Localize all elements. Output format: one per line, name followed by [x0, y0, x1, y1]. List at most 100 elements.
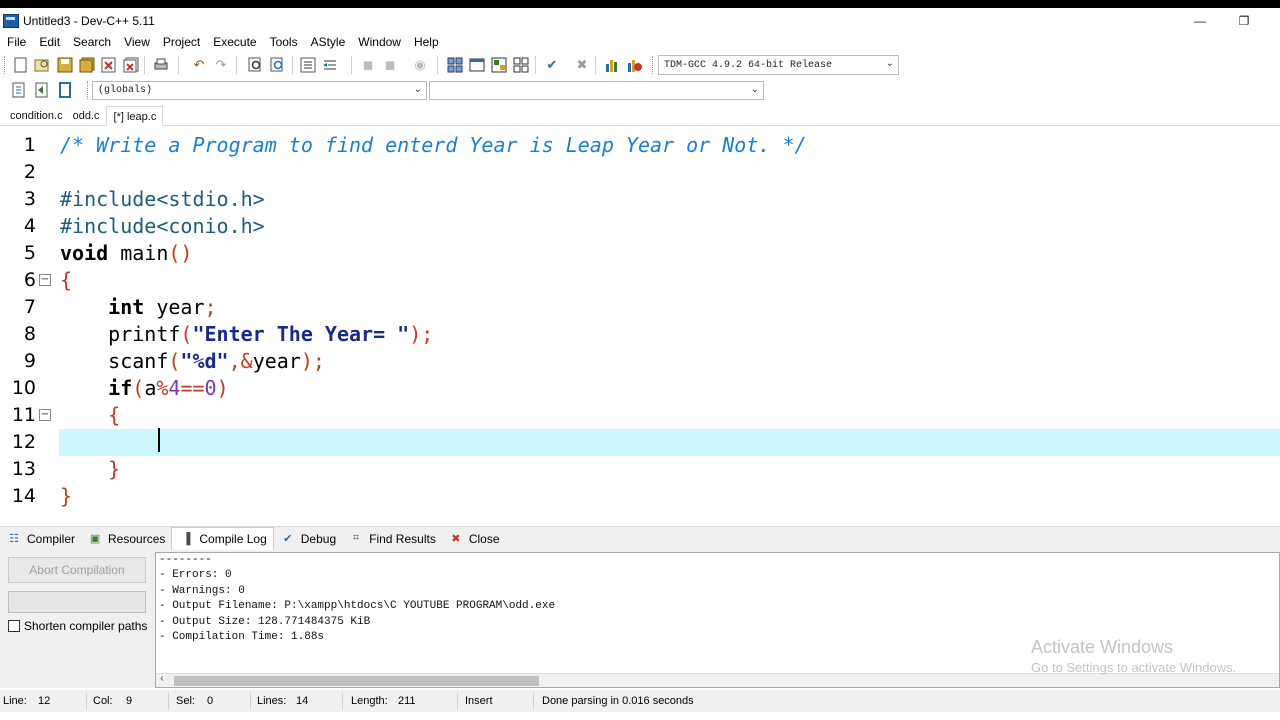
full-screen-icon[interactable] — [512, 56, 530, 74]
line-number: 2 — [23, 161, 36, 183]
close-all-icon[interactable] — [122, 56, 140, 74]
redo-icon[interactable]: ↷ — [212, 56, 230, 74]
insert-icon[interactable] — [10, 81, 28, 99]
status-col-value: 9 — [126, 695, 133, 707]
save-all-icon[interactable] — [78, 56, 96, 74]
code-token: if — [108, 376, 133, 400]
fold-toggle-icon[interactable]: − — [39, 274, 51, 286]
unindent-icon[interactable] — [321, 56, 339, 74]
menu-execute[interactable]: Execute — [206, 35, 262, 49]
replace-icon[interactable] — [269, 56, 287, 74]
line-number: 7 — [23, 296, 36, 318]
line-number: 3 — [23, 188, 36, 210]
scope-select[interactable]: (globals) ⌄ — [92, 81, 427, 100]
check-syntax-icon[interactable]: ✔ — [543, 56, 561, 74]
status-lines-label: Lines: — [257, 695, 287, 707]
find-results-icon: ⌗ — [353, 532, 360, 544]
fold-toggle-icon[interactable]: − — [39, 409, 51, 421]
new-project-icon[interactable] — [446, 56, 464, 74]
horizontal-scrollbar[interactable]: ‹ — [156, 673, 1279, 687]
line-number: 1 — [23, 134, 36, 156]
scroll-left-icon[interactable]: ‹ — [159, 674, 165, 685]
open-file-icon[interactable] — [33, 56, 51, 74]
delete-profile-icon[interactable] — [625, 56, 643, 74]
code-token: 4 — [168, 376, 181, 400]
code-token: { — [108, 403, 121, 427]
scope-select-value: (globals) — [98, 85, 153, 96]
toolbar-grip-3 — [87, 81, 90, 99]
code-line[interactable]: { — [60, 267, 72, 294]
line-number: 8 — [23, 323, 36, 345]
code-line[interactable]: { — [60, 402, 120, 429]
code-line[interactable]: int year; — [60, 294, 216, 321]
window-icon[interactable] — [468, 56, 486, 74]
class-browser-icon[interactable] — [490, 56, 508, 74]
bookmark-icon[interactable] — [56, 81, 74, 99]
code-line[interactable]: printf("Enter The Year= "); — [60, 321, 433, 348]
stop-execution-icon[interactable]: ✖ — [573, 56, 591, 74]
goto-bookmark-icon[interactable]: ◼ — [381, 56, 399, 74]
code-line[interactable]: } — [60, 483, 72, 510]
menu-view[interactable]: View — [117, 35, 156, 49]
undo-icon[interactable]: ↶ — [190, 56, 208, 74]
menu-help[interactable]: Help — [407, 35, 445, 49]
tab-resources[interactable]: ▣ Resources — [81, 528, 171, 550]
code-line[interactable]: } — [60, 456, 120, 483]
menu-file[interactable]: File — [0, 35, 32, 49]
tab-leap-c[interactable]: [*] leap.c — [105, 106, 164, 126]
activation-watermark-title: Activate Windows — [1031, 637, 1174, 657]
file-tabs: condition.c odd.c [*] leap.c — [0, 106, 1280, 126]
tab-condition-c[interactable]: condition.c — [0, 106, 69, 126]
code-line[interactable]: if(a%4==0) — [60, 375, 229, 402]
close-window-button[interactable] — [1266, 8, 1280, 33]
code-line[interactable]: void main() — [60, 240, 192, 267]
minimize-button[interactable]: — — [1178, 8, 1222, 33]
tab-find-results[interactable]: ⌗ Find Results — [342, 528, 442, 550]
goto-line-icon[interactable]: ◉ — [411, 56, 429, 74]
menu-project[interactable]: Project — [156, 35, 206, 49]
menu-window[interactable]: Window — [351, 35, 407, 49]
panel-tab-label: Close — [468, 531, 500, 546]
line-number: 9 — [23, 350, 36, 372]
chevron-down-icon: ⌄ — [413, 84, 422, 95]
code-editor[interactable]: 1 /* Write a Program to find enterd Year … — [0, 128, 1280, 520]
tab-compiler[interactable]: ☷ Compiler — [0, 528, 81, 550]
restore-button[interactable]: ❐ — [1222, 8, 1266, 33]
code-line[interactable]: #include<stdio.h> — [60, 186, 265, 213]
menu-edit[interactable]: Edit — [32, 35, 66, 49]
code-token: ,& — [228, 349, 253, 373]
menu-tools[interactable]: Tools — [263, 35, 304, 49]
tab-odd-c[interactable]: odd.c — [69, 106, 106, 126]
shorten-paths-checkbox[interactable]: Shorten compiler paths — [8, 619, 147, 633]
code-line[interactable]: /* Write a Program to find enterd Year i… — [60, 132, 807, 159]
code-line[interactable]: #include<conio.h> — [60, 213, 265, 240]
menu-astyle[interactable]: AStyle — [304, 35, 352, 49]
save-icon[interactable] — [56, 56, 74, 74]
code-token: ) — [216, 376, 229, 400]
scrollbar-thumb[interactable] — [174, 676, 539, 686]
indent-icon[interactable] — [299, 56, 317, 74]
symbol-select[interactable]: ⌄ — [429, 81, 764, 100]
menu-search[interactable]: Search — [66, 35, 117, 49]
tab-close[interactable]: ✖ Close — [442, 528, 506, 550]
profile-chart-icon[interactable] — [603, 56, 621, 74]
abort-compilation-button[interactable]: Abort Compilation — [8, 557, 146, 583]
find-icon[interactable] — [247, 56, 265, 74]
window-title: Untitled3 - Dev-C++ 5.11 — [23, 13, 155, 28]
print-icon[interactable] — [152, 56, 170, 74]
new-file-icon[interactable] — [12, 56, 30, 74]
toggle-breakpoint-icon[interactable] — [33, 81, 51, 99]
status-sel-value: 0 — [207, 695, 214, 707]
code-token: == — [180, 376, 205, 400]
compiler-select[interactable]: TDM-GCC 4.9.2 64-bit Release ⌄ — [658, 55, 899, 75]
tab-compile-log[interactable]: ▐ Compile Log — [171, 526, 274, 551]
code-line[interactable]: scanf("%d",&year); — [60, 348, 325, 375]
code-token: () — [168, 241, 193, 265]
toggle-bookmark-icon[interactable]: ◼ — [359, 56, 377, 74]
panel-tab-label: Compiler — [27, 531, 76, 546]
close-file-icon[interactable] — [100, 56, 118, 74]
status-insert-mode: Insert — [465, 695, 493, 707]
tab-debug[interactable]: ✔ Debug — [274, 528, 342, 550]
checkbox-icon[interactable] — [8, 620, 20, 632]
